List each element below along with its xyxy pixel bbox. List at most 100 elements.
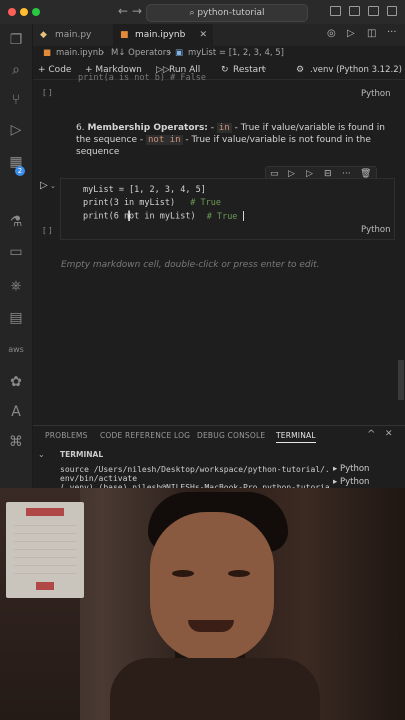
breadcrumb-file[interactable]: main.ipynb xyxy=(56,46,104,61)
tab-code-reference-log[interactable]: CODE REFERENCE LOG xyxy=(100,431,190,440)
terminal-line: source /Users/nilesh/Desktop/workspace/p… xyxy=(60,465,335,474)
presenter-shirt xyxy=(110,658,320,720)
testing-flask-icon[interactable]: ⚗ xyxy=(8,214,24,230)
left-eye xyxy=(172,570,194,577)
calendar-grid xyxy=(14,524,76,574)
breadcrumb-symbol[interactable]: myList = [1, 2, 3, 4, 5] xyxy=(188,46,284,61)
run-debug-icon[interactable]: ▷ xyxy=(8,122,24,138)
scrollbar-thumb[interactable] xyxy=(398,360,404,400)
tab-terminal[interactable]: TERMINAL xyxy=(276,431,316,443)
source-control-icon[interactable]: ⑂ xyxy=(8,92,24,108)
markdown-cell[interactable]: 6. Membership Operators: - in - True if … xyxy=(76,122,394,158)
more-actions-button[interactable]: ··· xyxy=(258,61,267,79)
terminal-section-header[interactable]: TERMINAL xyxy=(60,450,103,459)
run-options-chevron-icon[interactable]: ⌄ xyxy=(50,182,56,190)
close-panel-icon[interactable]: ✕ xyxy=(385,429,393,439)
extensions-badge: 2 xyxy=(15,166,25,176)
not-in-keyword: not in xyxy=(145,135,183,145)
tab-main-py[interactable]: ◆ main.py xyxy=(33,24,113,46)
remote-explorer-icon[interactable]: ▭ xyxy=(8,244,24,260)
wall-calendar xyxy=(6,502,84,598)
azure-icon[interactable]: A xyxy=(8,404,24,420)
in-keyword: in xyxy=(216,123,232,133)
cell-execution-count: [ ] xyxy=(43,88,52,97)
breadcrumb: ■ main.ipynb › M↓ Operators › ▣ myList =… xyxy=(33,46,405,61)
toggle-panel-icon[interactable] xyxy=(349,6,360,16)
empty-markdown-cell[interactable]: Empty markdown cell, double-click or pre… xyxy=(61,260,319,270)
right-eye xyxy=(228,570,250,577)
code-text: print(6 not in myList) xyxy=(83,211,196,222)
code-line-1: myList = [1, 2, 3, 4, 5] xyxy=(83,185,206,195)
editor-scrollbar[interactable] xyxy=(397,80,405,425)
search-icon[interactable]: ⌕ xyxy=(8,62,24,78)
code-text: myList = [1, 2, 3, 4, 5] xyxy=(83,185,206,195)
more-actions-icon[interactable]: ··· xyxy=(387,27,397,38)
customize-layout-icon[interactable] xyxy=(387,6,397,16)
terminal-line: env/bin/activate xyxy=(60,474,138,483)
breadcrumb-chevron-icon: › xyxy=(168,48,172,58)
mouth xyxy=(188,620,234,632)
presenter-face xyxy=(150,512,274,662)
mouse-ibeam-icon: I xyxy=(127,209,132,225)
maximize-panel-icon[interactable]: ^ xyxy=(367,429,375,440)
code-cell[interactable]: myList = [1, 2, 3, 4, 5] print(3 in myLi… xyxy=(60,178,395,240)
tab-problems[interactable]: PROBLEMS xyxy=(45,431,88,440)
python-file-icon: ◆ xyxy=(40,30,47,40)
breadcrumb-chevron-icon: › xyxy=(101,48,105,58)
md-title: Membership Operators: xyxy=(87,123,208,133)
notebook-editor: print(a is not b) # False [ ] Python 6. … xyxy=(33,73,397,425)
minimize-window-button[interactable] xyxy=(20,8,28,16)
toggle-sidebar-icon[interactable] xyxy=(330,6,341,16)
back-arrow-icon[interactable]: ← xyxy=(118,4,128,18)
chevron-down-icon[interactable]: ⌄ xyxy=(38,450,45,459)
code-comment: # True xyxy=(206,211,238,222)
close-icon[interactable]: ✕ xyxy=(199,24,207,46)
aws-icon[interactable] xyxy=(8,316,24,332)
python-icon[interactable]: ⌘ xyxy=(8,434,24,450)
bottom-panel: PROBLEMS CODE REFERENCE LOG DEBUG CONSOL… xyxy=(33,425,405,492)
run-cell-icon[interactable]: ▷ xyxy=(40,180,48,191)
kernel-picker[interactable]: .venv (Python 3.12.2) xyxy=(310,61,402,79)
tab-main-ipynb[interactable]: ■ main.ipynb ✕ xyxy=(113,24,213,46)
breadcrumb-section[interactable]: M↓ Operators xyxy=(111,46,171,61)
code-line-2: print(3 in myList) # True xyxy=(83,198,221,208)
webcam-overlay xyxy=(0,488,405,720)
session-label: Python xyxy=(339,464,370,474)
tab-debug-console[interactable]: DEBUG CONSOLE xyxy=(197,431,265,440)
kubernetes-icon[interactable]: ⎈ xyxy=(8,278,24,294)
title-bar: ← → ⌕ python-tutorial xyxy=(0,0,405,25)
tab-label: main.ipynb xyxy=(135,30,186,40)
terminal-session[interactable]: ▸ Python xyxy=(333,477,369,487)
cell-execution-count: [ ] xyxy=(43,226,52,235)
split-editor-icon[interactable]: ◫ xyxy=(367,28,376,39)
prev-code-line: print(a is not b) # False xyxy=(78,73,206,83)
md-separator: - xyxy=(207,123,217,133)
maximize-window-button[interactable] xyxy=(32,8,40,16)
calendar-mark xyxy=(36,582,54,590)
close-window-button[interactable] xyxy=(8,8,16,16)
cell-language[interactable]: Python xyxy=(361,225,390,235)
code-comment: # True xyxy=(190,198,221,208)
terminal-sessions: ▸ Python ▸ Python xyxy=(329,463,405,489)
split-diff-icon[interactable]: ◎ xyxy=(327,28,336,39)
terminal-icon: ▸ xyxy=(333,464,340,474)
md-number: 6. xyxy=(76,123,85,133)
text-cursor xyxy=(242,211,244,221)
calendar-header xyxy=(26,508,64,516)
notebook-icon: ■ xyxy=(43,48,52,58)
run-icon[interactable]: ▷ xyxy=(347,28,355,39)
code-text: print(3 in myList) xyxy=(83,198,176,208)
terminal-session[interactable]: ▸ Python xyxy=(333,464,369,474)
aws-toolkit-icon[interactable]: aws xyxy=(8,342,24,358)
tab-label: main.py xyxy=(55,30,92,40)
kernel-icon: ⚙ xyxy=(296,65,305,75)
activity-bar: ❐ ⌕ ⑂ ▷ ▦ 2 ⚗ ▭ ⎈ ▤ aws ✿ A ⌘ xyxy=(0,24,33,488)
prev-cell-language[interactable]: Python xyxy=(361,89,390,99)
forward-arrow-icon[interactable]: → xyxy=(132,4,142,18)
explorer-icon[interactable]: ❐ xyxy=(8,32,24,48)
figma-icon[interactable]: ✿ xyxy=(8,374,24,390)
command-center-search[interactable]: ⌕ python-tutorial xyxy=(146,4,308,22)
toggle-secondary-sidebar-icon[interactable] xyxy=(368,6,379,16)
code-line-3: print(6 not in myList) # True xyxy=(83,211,244,222)
add-code-cell-button[interactable]: + Code xyxy=(38,61,71,79)
